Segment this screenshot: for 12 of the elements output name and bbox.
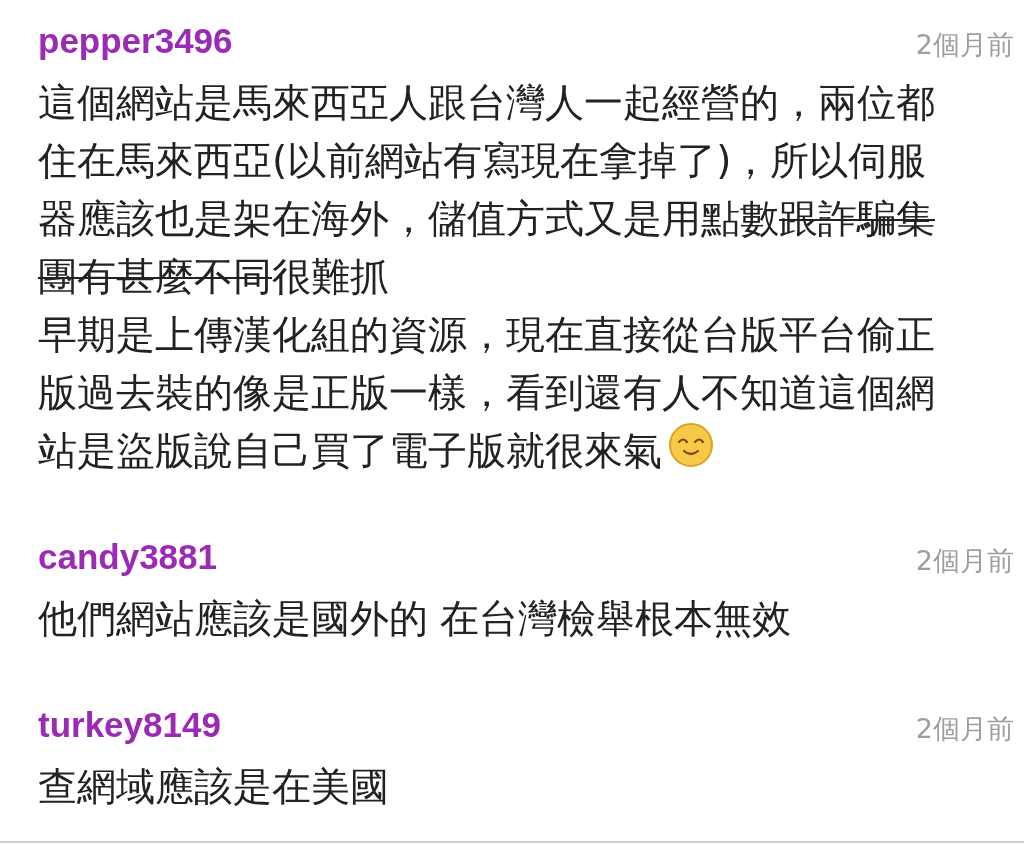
- username[interactable]: turkey8149: [38, 706, 221, 742]
- comment-text: 早期是上傳漢化組的資源，現在直接從台版平台偷正版過去裝的像是正版一樣，看到還有人不知道這個網: [38, 312, 935, 415]
- comment-text: 這個網站是馬來西亞人跟台灣人一起經營的，兩位都住在馬來西亞(以前網站有寫現在拿掉了)，所以伺服器應該也是架在海外，儲值方式又是用點數跟詐騙集團有甚麼不同很難抓: [38, 80, 935, 299]
- timestamp: 2個月前: [915, 30, 1014, 58]
- timestamp: 2個月前: [915, 714, 1014, 742]
- comment-text: 查網域應該是在美國: [38, 764, 389, 809]
- username[interactable]: pepper3496: [38, 22, 233, 58]
- smiley-icon: [668, 422, 714, 468]
- timestamp: 2個月前: [915, 546, 1014, 574]
- comment-text: 站是盜版說自己買了電子版就很來氣: [38, 428, 662, 473]
- username[interactable]: candy3881: [38, 538, 218, 574]
- comment-text: 他們網站應該是國外的 在台灣檢舉根本無效: [38, 596, 792, 641]
